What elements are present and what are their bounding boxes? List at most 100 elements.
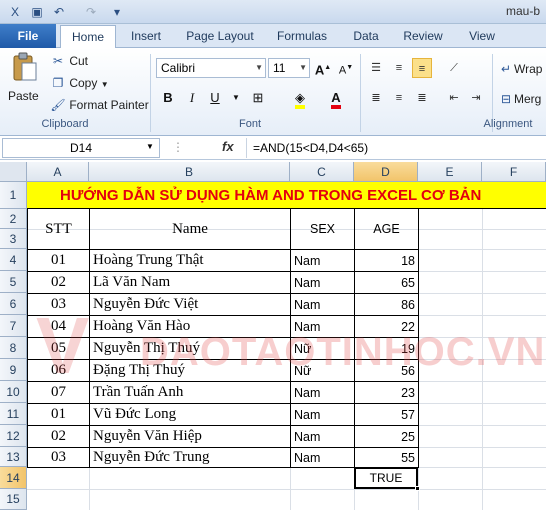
cell-sex[interactable]: Nam bbox=[291, 404, 354, 425]
tab-view[interactable]: View bbox=[462, 24, 502, 48]
row-header[interactable]: 2 bbox=[0, 209, 27, 229]
cell-sex[interactable]: Nam bbox=[291, 448, 354, 467]
column-header-f[interactable]: F bbox=[482, 162, 546, 182]
bold-button[interactable]: B bbox=[158, 88, 178, 108]
column-header-e[interactable]: E bbox=[418, 162, 482, 182]
tab-home[interactable]: Home bbox=[60, 25, 116, 49]
cell-stt[interactable]: 04 bbox=[28, 316, 89, 337]
row-header[interactable]: 8 bbox=[0, 337, 27, 359]
copy-button[interactable]: ❐ Copy ▼ bbox=[50, 75, 109, 93]
cell-age[interactable]: 55 bbox=[355, 448, 418, 467]
cell-name[interactable]: Nguyễn Đức Việt bbox=[90, 294, 290, 315]
cell-age[interactable]: 57 bbox=[355, 404, 418, 425]
borders-icon[interactable]: ⊞ bbox=[248, 88, 268, 108]
undo-icon[interactable]: ↶ bbox=[50, 3, 68, 21]
align-right-icon[interactable]: ≣ bbox=[412, 88, 432, 108]
row-header[interactable]: 1 bbox=[0, 182, 27, 209]
cell-age[interactable]: 22 bbox=[355, 316, 418, 337]
cell-stt[interactable]: 06 bbox=[28, 360, 89, 381]
column-header-c[interactable]: C bbox=[290, 162, 354, 182]
tab-file[interactable]: File bbox=[0, 24, 56, 48]
cut-button[interactable]: ✂ Cut bbox=[50, 53, 88, 69]
underline-button[interactable]: U bbox=[205, 88, 225, 108]
align-top-icon[interactable]: ☰ bbox=[366, 58, 386, 78]
font-color-icon[interactable]: A bbox=[326, 88, 346, 109]
active-cell-d14[interactable]: TRUE bbox=[354, 467, 418, 489]
cell-name[interactable]: Đặng Thị Thuý bbox=[90, 360, 290, 381]
cell-sex[interactable]: Nam bbox=[291, 382, 354, 403]
cell-name[interactable]: Trần Tuấn Anh bbox=[90, 382, 290, 403]
tab-formulas[interactable]: Formulas bbox=[272, 24, 332, 48]
cell-sex[interactable]: Nam bbox=[291, 272, 354, 293]
align-left-icon[interactable]: ≣ bbox=[366, 88, 386, 108]
format-painter-button[interactable]: 🖌 Format Painter bbox=[50, 97, 148, 113]
insert-function-icon[interactable]: fx bbox=[222, 139, 234, 154]
increase-indent-icon[interactable]: ⇥ bbox=[466, 88, 486, 108]
cell-age[interactable]: 18 bbox=[355, 250, 418, 271]
cell-stt[interactable]: 03 bbox=[28, 448, 89, 467]
column-header-d[interactable]: D bbox=[354, 162, 418, 182]
align-center-icon[interactable]: ≡ bbox=[389, 88, 409, 108]
align-middle-icon[interactable]: ≡ bbox=[389, 58, 409, 78]
row-header[interactable]: 10 bbox=[0, 381, 27, 403]
cell-sex[interactable]: Nữ bbox=[291, 360, 354, 381]
cell-age[interactable]: 86 bbox=[355, 294, 418, 315]
row-header[interactable]: 3 bbox=[0, 229, 27, 249]
cell-name[interactable]: Nguyễn Thị Thuý bbox=[90, 338, 290, 359]
cell-sex[interactable]: Nam bbox=[291, 316, 354, 337]
cell-stt[interactable]: 05 bbox=[28, 338, 89, 359]
wrap-text-button[interactable]: ↵ Wrap bbox=[498, 61, 542, 77]
row-header[interactable]: 4 bbox=[0, 249, 27, 271]
row-header[interactable]: 12 bbox=[0, 425, 27, 447]
column-header-b[interactable]: B bbox=[89, 162, 290, 182]
fill-handle[interactable] bbox=[415, 486, 420, 491]
cell-age[interactable]: 25 bbox=[355, 426, 418, 447]
merge-button[interactable]: ⊟ Merg bbox=[498, 91, 541, 107]
decrease-indent-icon[interactable]: ⇤ bbox=[444, 88, 464, 108]
italic-button[interactable]: I bbox=[182, 88, 202, 108]
cell-name[interactable]: Hoàng Trung Thật bbox=[90, 250, 290, 271]
paste-icon[interactable] bbox=[10, 52, 38, 82]
cell-sex[interactable]: Nam bbox=[291, 250, 354, 271]
row-header[interactable]: 9 bbox=[0, 359, 27, 381]
redo-icon[interactable]: ↷ bbox=[82, 3, 100, 21]
cell-stt[interactable]: 07 bbox=[28, 382, 89, 403]
header-name[interactable]: Name bbox=[90, 210, 290, 249]
cell-sex[interactable]: Nam bbox=[291, 294, 354, 315]
cell-age[interactable]: 23 bbox=[355, 382, 418, 403]
header-stt[interactable]: STT bbox=[28, 210, 89, 249]
align-bottom-icon[interactable]: ≡ bbox=[412, 58, 432, 78]
cell-name[interactable]: Hoàng Văn Hào bbox=[90, 316, 290, 337]
header-age[interactable]: AGE bbox=[355, 210, 418, 249]
paste-button[interactable]: Paste bbox=[8, 88, 39, 104]
row-header[interactable]: 15 bbox=[0, 489, 27, 510]
cell-name[interactable]: Nguyễn Đức Trung bbox=[90, 448, 290, 467]
cell-age[interactable]: 56 bbox=[355, 360, 418, 381]
cell-age[interactable]: 65 bbox=[355, 272, 418, 293]
tab-page-layout[interactable]: Page Layout bbox=[182, 24, 258, 48]
drag-handle-icon[interactable]: ⋮ bbox=[172, 140, 184, 154]
tab-insert[interactable]: Insert bbox=[124, 24, 168, 48]
cell-name[interactable]: Lã Văn Nam bbox=[90, 272, 290, 293]
grow-font-icon[interactable]: A▲ bbox=[313, 58, 333, 78]
font-name-select[interactable]: Calibri ▼ bbox=[156, 58, 266, 78]
row-header[interactable]: 14 bbox=[0, 467, 27, 489]
row-header[interactable]: 6 bbox=[0, 293, 27, 315]
shrink-font-icon[interactable]: A▼ bbox=[336, 58, 356, 78]
chevron-down-icon[interactable]: ▼ bbox=[146, 142, 154, 151]
header-sex[interactable]: SEX bbox=[291, 210, 354, 249]
tab-data[interactable]: Data bbox=[346, 24, 386, 48]
cell-name[interactable]: Vũ Đức Long bbox=[90, 404, 290, 425]
orientation-icon[interactable]: ⟋ bbox=[444, 58, 464, 78]
cell-stt[interactable]: 02 bbox=[28, 426, 89, 447]
row-header[interactable]: 11 bbox=[0, 403, 27, 425]
customize-quick-access-icon[interactable]: ▾ bbox=[108, 3, 126, 21]
column-header-a[interactable]: A bbox=[27, 162, 89, 182]
formula-input[interactable]: =AND(15<D4,D4<65) bbox=[246, 138, 544, 158]
sheet-title-cell[interactable]: HƯỚNG DẪN SỬ DỤNG HÀM AND TRONG EXCEL CƠ… bbox=[27, 182, 546, 209]
cell-stt[interactable]: 02 bbox=[28, 272, 89, 293]
cell-stt[interactable]: 01 bbox=[28, 404, 89, 425]
row-header[interactable]: 13 bbox=[0, 447, 27, 467]
cell-sex[interactable]: Nữ bbox=[291, 338, 354, 359]
select-all-corner[interactable] bbox=[0, 162, 27, 182]
